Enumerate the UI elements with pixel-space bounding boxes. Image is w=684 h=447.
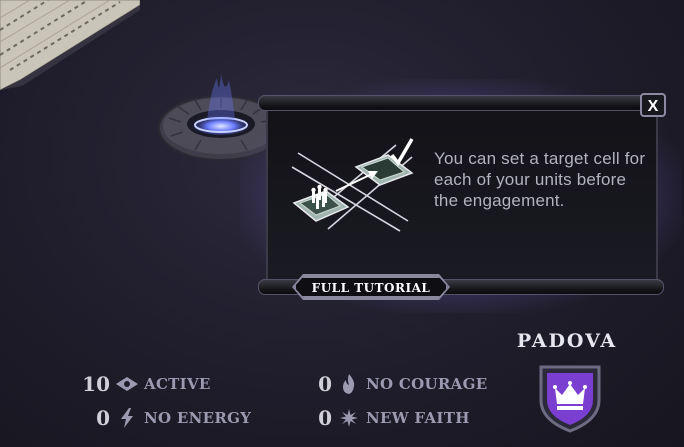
close-button[interactable]: X — [640, 93, 666, 117]
city-shield[interactable] — [538, 364, 602, 434]
stat-energy-label: NO ENERGY — [144, 409, 252, 427]
board-corner — [0, 0, 140, 90]
stat-active-value: 10 — [82, 372, 110, 396]
starburst-icon — [338, 407, 360, 429]
stat-energy: 0 NO ENERGY — [80, 406, 252, 430]
city-name: PADOVA — [516, 330, 618, 352]
stat-active-label: ACTIVE — [144, 375, 211, 393]
flame-icon — [338, 373, 360, 395]
stat-faith-value: 0 — [318, 406, 332, 430]
eye-diamond-icon — [116, 373, 138, 395]
stat-active: 10 ACTIVE — [80, 372, 211, 396]
lightning-icon — [116, 407, 138, 429]
stat-courage: 0 NO COURAGE — [302, 372, 488, 396]
stat-energy-value: 0 — [96, 406, 110, 430]
stat-courage-value: 0 — [318, 372, 332, 396]
stat-faith-label: NEW FAITH — [366, 409, 470, 427]
scroll-rod-top — [258, 95, 664, 111]
stat-faith: 0 NEW FAITH — [302, 406, 470, 430]
tutorial-tip-text: You can set a target cell for each of yo… — [434, 149, 646, 210]
stat-courage-label: NO COURAGE — [366, 375, 488, 393]
target-cell-illustration — [288, 133, 428, 233]
tutorial-popup: You can set a target cell for each of yo… — [240, 79, 682, 313]
full-tutorial-button[interactable]: FULL TUTORIAL — [294, 276, 448, 298]
